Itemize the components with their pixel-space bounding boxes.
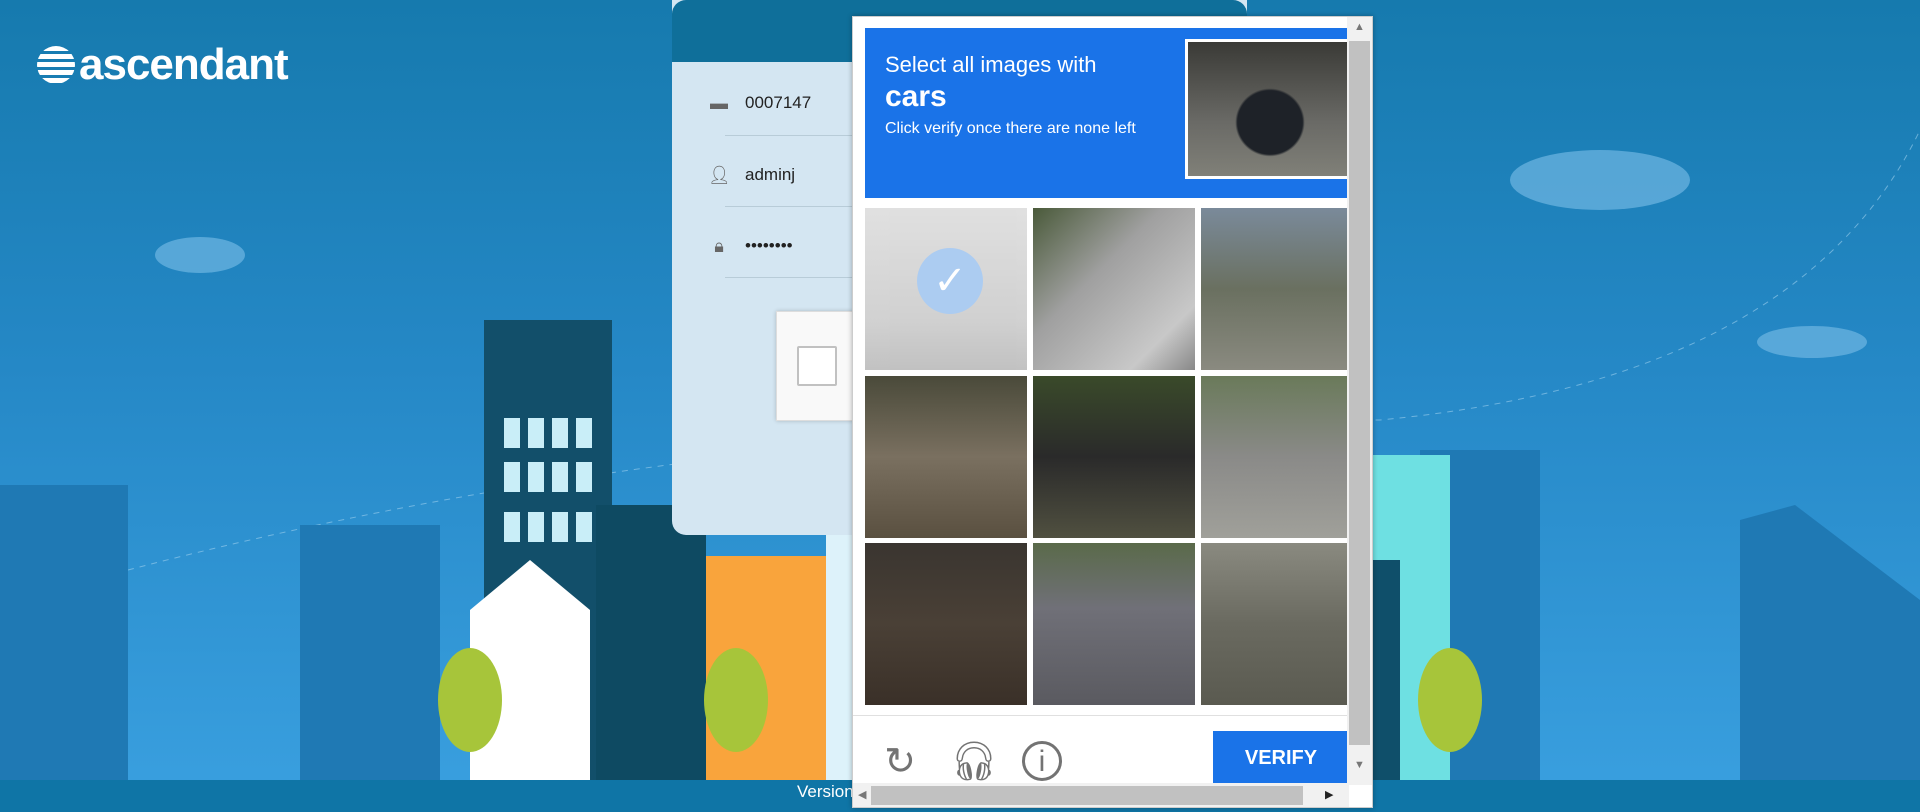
captcha-tile-5[interactable]	[1033, 376, 1195, 538]
verify-button[interactable]: VERIFY	[1213, 731, 1349, 785]
captcha-tile-9[interactable]	[1201, 543, 1363, 705]
vertical-scroll-thumb[interactable]	[1349, 41, 1370, 745]
scroll-right-icon[interactable]: ▶	[1325, 788, 1333, 801]
lock-icon: 🔒︎	[714, 235, 724, 256]
password-value: ••••••••	[745, 236, 793, 255]
footer-divider	[853, 715, 1349, 716]
username-value: adminj	[745, 165, 796, 184]
recaptcha-checkbox[interactable]	[797, 346, 837, 386]
captcha-tile-4[interactable]	[865, 376, 1027, 538]
vertical-scrollbar[interactable]: ▲ ▼	[1347, 17, 1372, 785]
scroll-left-icon[interactable]: ◀	[858, 788, 866, 801]
sample-car-image	[1185, 39, 1355, 179]
logo-mark-icon	[37, 46, 75, 84]
prompt-line: Select all images with	[885, 52, 1097, 77]
horizontal-scrollbar[interactable]: ◀ ▶	[853, 783, 1349, 807]
audio-headphones-icon[interactable]: 🎧︎	[950, 741, 998, 783]
user-icon: 👤︎	[708, 164, 731, 185]
captcha-tile-3[interactable]	[1201, 208, 1363, 370]
horizontal-scroll-thumb[interactable]	[871, 786, 1303, 805]
prompt-target: cars	[885, 80, 947, 113]
recaptcha-widget	[776, 311, 854, 421]
version-text: Version	[797, 782, 854, 801]
reload-icon[interactable]: ↻	[879, 741, 921, 783]
prompt-instruction: Click verify once there are none left	[885, 120, 1136, 137]
captcha-tile-7[interactable]	[865, 543, 1027, 705]
challenge-header: Select all images with cars Click verify…	[865, 28, 1355, 198]
info-icon[interactable]: i	[1022, 741, 1062, 781]
scroll-up-icon[interactable]: ▲	[1354, 21, 1365, 33]
ascendant-logo: ascendant	[37, 40, 289, 90]
captcha-tile-1[interactable]: ✓	[865, 208, 1027, 370]
login-page: ascendant ▬ 0007147 👤︎ adminj 🔒︎ •••••••• V…	[0, 0, 1920, 812]
check-icon: ✓	[917, 248, 983, 314]
company-id-value: 0007147	[745, 93, 812, 112]
captcha-tile-8[interactable]	[1033, 543, 1195, 705]
logo-text: ascendant	[79, 40, 289, 89]
captcha-challenge-panel: Select all images with cars Click verify…	[852, 16, 1373, 808]
scroll-down-icon[interactable]: ▼	[1354, 759, 1365, 771]
id-card-icon: ▬	[710, 92, 728, 113]
captcha-tile-2[interactable]	[1033, 208, 1195, 370]
captcha-tile-6[interactable]	[1201, 376, 1363, 538]
